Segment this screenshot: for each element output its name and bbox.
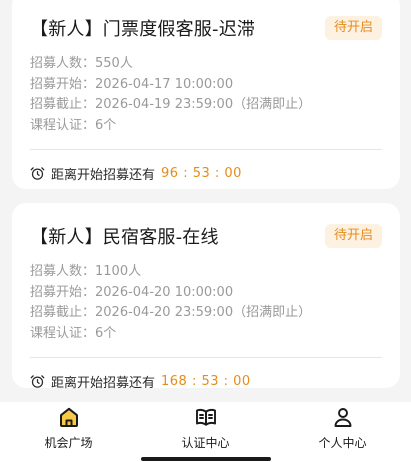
recruit-start-value: 2026-04-17 10:00:00: [95, 76, 234, 92]
recruit-count-row: 招募人数：550人: [30, 54, 382, 75]
recruit-start-row: 招募开始：2026-04-17 10:00:00: [30, 75, 382, 96]
countdown-row: 距离开始招募还有 96 : 53 : 00: [30, 150, 382, 196]
tab-personal-center[interactable]: 个人中心: [274, 402, 411, 462]
recruit-start-value: 2026-04-20 10:00:00: [95, 284, 234, 300]
home-indicator[interactable]: [141, 457, 271, 461]
tab-opportunity-square[interactable]: 机会广场: [0, 402, 137, 462]
course-cert-row: 课程认证：6个: [30, 116, 382, 137]
tab-label: 机会广场: [44, 436, 93, 450]
tab-label: 认证中心: [181, 436, 230, 450]
course-cert-value: 6个: [95, 325, 117, 341]
recruit-end-label: 招募截止：: [30, 305, 96, 320]
recruit-start-label: 招募开始：: [30, 76, 96, 92]
countdown-row: 距离开始招募还有 168 : 53 : 00: [30, 358, 382, 402]
recruit-end-row: 招募截止：2026-04-20 23:59:00（招满即止）: [30, 303, 382, 324]
job-card[interactable]: 【新人】民宿客服-在线 待开启 招募人数：1100人 招募开始：2026-04-…: [12, 203, 400, 391]
recruit-count-row: 招募人数：1100人: [30, 262, 382, 283]
recruit-end-value: 2026-04-20 23:59:00（招满即止）: [95, 305, 312, 320]
course-cert-label: 课程认证：: [30, 325, 96, 341]
recruit-end-row: 招募截止：2026-04-19 23:59:00（招满即止）: [30, 95, 382, 116]
job-info: 招募人数：1100人 招募开始：2026-04-20 10:00:00 招募截止…: [30, 262, 382, 344]
opportunity-list: 【新人】门票度假客服-迟滞 待开启 招募人数：550人 招募开始：2026-04…: [0, 0, 411, 402]
card-header: 【新人】门票度假客服-迟滞 待开启: [30, 10, 382, 46]
recruit-count-label: 招募人数：: [30, 56, 96, 71]
countdown-label: 距离开始招募还有: [51, 375, 156, 391]
course-cert-row: 课程认证：6个: [30, 324, 382, 345]
home-icon: [59, 407, 78, 427]
alarm-clock-icon: [30, 374, 45, 388]
book-icon: [195, 408, 216, 426]
tab-label: 个人中心: [318, 436, 367, 450]
recruit-count-value: 1100人: [95, 264, 142, 279]
countdown-label: 距离开始招募还有: [51, 167, 156, 183]
bottom-tab-bar: 机会广场 认证中心 个人中心: [0, 402, 411, 462]
job-card[interactable]: 【新人】门票度假客服-迟滞 待开启 招募人数：550人 招募开始：2026-04…: [12, 0, 400, 189]
job-info: 招募人数：550人 招募开始：2026-04-17 10:00:00 招募截止：…: [30, 54, 382, 136]
recruit-count-value: 550人: [95, 56, 133, 71]
job-title: 【新人】民宿客服-在线: [30, 227, 219, 248]
course-cert-label: 课程认证：: [30, 117, 96, 133]
card-header: 【新人】民宿客服-在线 待开启: [30, 218, 382, 254]
course-cert-value: 6个: [95, 117, 117, 133]
recruit-end-label: 招募截止：: [30, 97, 96, 112]
countdown-timer: 96 : 53 : 00: [161, 165, 242, 181]
tab-certification-center[interactable]: 认证中心: [137, 402, 274, 462]
recruit-count-label: 招募人数：: [30, 264, 96, 279]
status-badge: 待开启: [324, 16, 382, 40]
recruit-end-value: 2026-04-19 23:59:00（招满即止）: [95, 97, 312, 112]
person-icon: [334, 408, 351, 427]
recruit-start-row: 招募开始：2026-04-20 10:00:00: [30, 283, 382, 304]
recruit-start-label: 招募开始：: [30, 284, 96, 300]
countdown-timer: 168 : 53 : 00: [161, 373, 251, 389]
job-title: 【新人】门票度假客服-迟滞: [30, 19, 256, 40]
status-badge: 待开启: [324, 224, 382, 248]
alarm-clock-icon: [30, 166, 45, 180]
